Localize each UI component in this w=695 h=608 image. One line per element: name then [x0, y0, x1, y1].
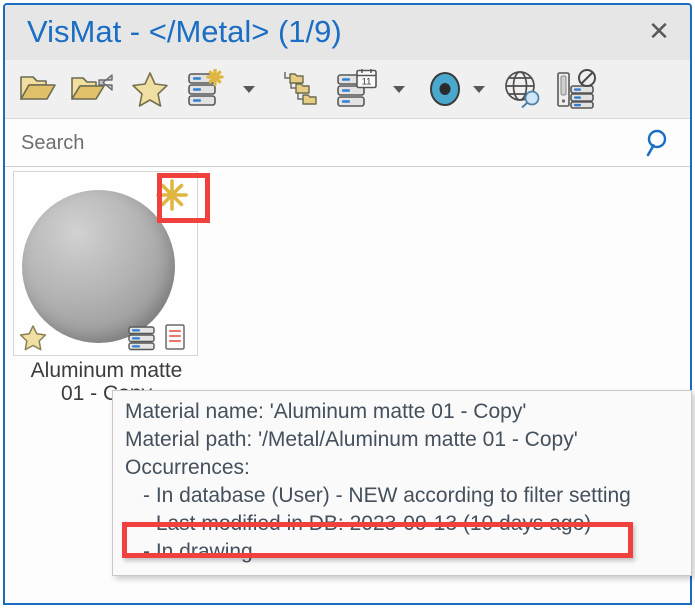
tooltip-line-last-modified: - Last modified in DB: 2023-09-13 (10 da… — [143, 512, 592, 536]
document-icon — [161, 323, 189, 351]
svg-text:11: 11 — [362, 77, 372, 88]
search-input[interactable] — [19, 127, 583, 159]
material-thumbnail[interactable] — [13, 171, 198, 356]
tooltip-line-material-name: Material name: 'Aluminum matte 01 - Copy… — [125, 400, 527, 423]
close-icon[interactable]: ✕ — [644, 17, 674, 47]
material-preview-sphere — [22, 190, 175, 343]
tooltip-line-material-path: Material path: '/Metal/Aluminum matte 01… — [125, 428, 578, 452]
toolbar: 11 — [5, 60, 690, 119]
window-title: VisMat - </Metal> (1/9) — [27, 14, 342, 49]
open-folder-icon[interactable] — [15, 66, 61, 112]
database-calendar-dropdown-caret[interactable] — [391, 82, 407, 96]
database-new-dropdown-caret[interactable] — [241, 82, 257, 96]
folder-tree-icon[interactable] — [277, 66, 325, 112]
database-icon — [127, 325, 157, 351]
target-circle-dropdown-caret[interactable] — [471, 82, 487, 96]
favorite-star-icon[interactable] — [19, 324, 47, 352]
import-folder-icon[interactable] — [67, 66, 119, 112]
title-bar: VisMat - </Metal> (1/9) ✕ — [5, 5, 690, 60]
tooltip-line-in-database: - In database (User) - NEW according to … — [143, 484, 631, 508]
favorites-star-icon[interactable] — [127, 66, 173, 112]
globe-search-icon[interactable] — [499, 66, 547, 112]
search-bar — [5, 119, 690, 167]
database-calendar-icon[interactable]: 11 — [333, 66, 381, 112]
search-icon[interactable] — [644, 128, 674, 158]
tooltip-line-in-drawing: - In drawing — [143, 540, 253, 564]
new-asterisk-icon — [155, 178, 189, 212]
database-new-icon[interactable] — [183, 66, 231, 112]
tooltip-line-occurrences: Occurrences: — [125, 456, 250, 480]
material-tooltip: Material name: 'Aluminum matte 01 - Copy… — [112, 390, 692, 577]
database-blocked-icon[interactable] — [553, 66, 601, 112]
target-circle-icon[interactable] — [423, 66, 467, 112]
material-label-line1: Aluminum matte — [30, 359, 183, 382]
material-card[interactable]: Aluminum matte 01 - Copy — [13, 171, 200, 405]
